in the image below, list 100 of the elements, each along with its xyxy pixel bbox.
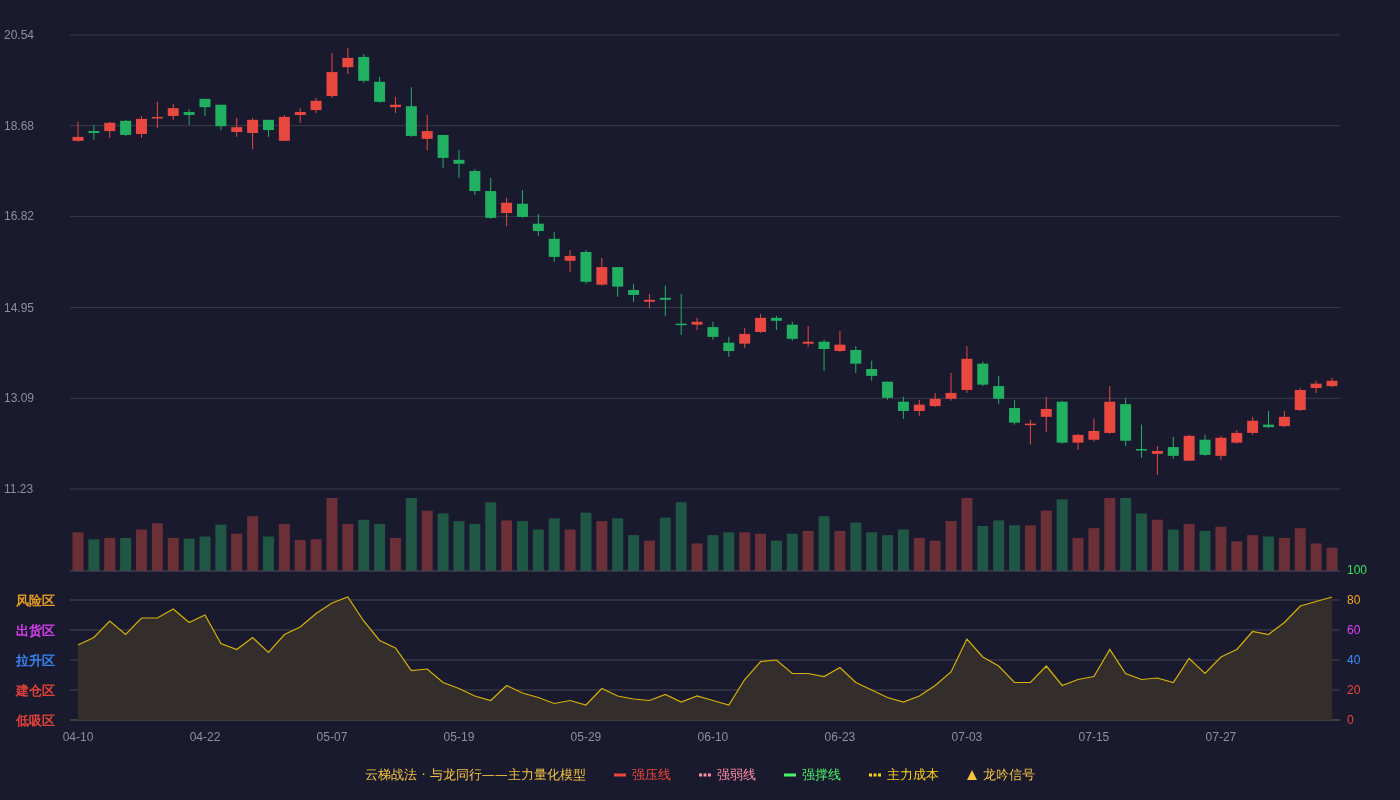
candlestick — [818, 339, 830, 372]
volume-bar — [802, 530, 814, 571]
candlestick — [945, 372, 957, 402]
candlestick — [1263, 410, 1274, 429]
candlestick — [897, 396, 909, 420]
candlestick — [802, 325, 814, 348]
legend-label[interactable]: 强弱线 — [716, 766, 756, 784]
candlestick — [247, 117, 259, 150]
axis-label: 0 — [1347, 713, 1354, 727]
axis-label: 11.23 — [4, 482, 34, 496]
candlestick — [501, 197, 513, 227]
candlestick — [1040, 396, 1052, 433]
candlestick — [1072, 433, 1084, 451]
volume-bar — [786, 533, 798, 571]
volume-bar — [1310, 543, 1322, 571]
volume-bar — [1199, 530, 1211, 571]
volume-bar — [151, 523, 163, 571]
zone-label: 风险区 — [16, 593, 55, 608]
legend-label[interactable]: 主力成本 — [886, 766, 939, 784]
volume-bar — [659, 517, 671, 571]
legend-label[interactable]: 龙吟信号 — [982, 766, 1035, 784]
candlestick — [1024, 419, 1036, 446]
volume-bar — [548, 518, 560, 571]
volume-bar — [310, 539, 322, 571]
candlestick — [596, 257, 608, 287]
candlestick — [929, 392, 941, 408]
volume-bar — [723, 532, 735, 571]
volume-bar — [263, 536, 274, 571]
zone-label: 出货区 — [16, 623, 55, 638]
volume-bar — [358, 519, 370, 571]
candlestick — [612, 266, 624, 298]
candlestick — [866, 360, 878, 382]
volume-bar — [675, 502, 687, 571]
volume-bar — [199, 536, 211, 571]
candlestick — [389, 96, 401, 114]
legend-title: 云梯战法 · 与龙同行——主力量化模型 — [365, 766, 586, 784]
candlestick — [850, 345, 862, 374]
candlestick — [151, 101, 163, 129]
volume-bar — [136, 529, 147, 571]
candlestick — [755, 313, 767, 334]
candlestick — [675, 293, 687, 336]
volume-bar — [643, 540, 655, 571]
volume-bar — [532, 529, 544, 571]
candlestick — [961, 345, 973, 394]
candlestick — [659, 285, 671, 317]
date-label: 04-10 — [62, 730, 94, 744]
candlestick — [120, 119, 132, 137]
candlestick — [1151, 445, 1163, 476]
candlestick — [564, 249, 576, 273]
candlestick — [469, 168, 481, 196]
volume-bar — [1247, 535, 1259, 571]
candlestick — [1088, 418, 1100, 443]
candlestick — [104, 121, 116, 139]
candlestick — [358, 53, 370, 84]
axis-label: 14.95 — [4, 300, 35, 315]
candlestick — [374, 76, 386, 104]
volume-bar — [1183, 523, 1195, 571]
volume-bar — [612, 518, 624, 571]
volume-bar — [183, 538, 195, 571]
volume-bar — [770, 540, 782, 571]
candlestick — [1294, 387, 1306, 412]
legend-label[interactable]: 强压线 — [631, 766, 671, 784]
volume-bar — [977, 526, 989, 571]
volume-bar — [580, 512, 592, 571]
date-label: 06-23 — [824, 730, 856, 744]
candlestick — [1104, 385, 1116, 435]
candlestick — [485, 177, 497, 220]
axis-label: 13.09 — [4, 391, 35, 406]
volume-bar — [516, 521, 528, 571]
candlestick — [580, 249, 592, 285]
candlestick — [1326, 377, 1338, 388]
candlestick — [977, 361, 989, 387]
candlestick — [1183, 434, 1195, 462]
volume-bar — [834, 530, 846, 571]
volume-bar — [167, 537, 179, 571]
volume-bar — [739, 532, 751, 571]
zone-label: 拉升区 — [16, 653, 55, 668]
volume-bar — [897, 529, 909, 571]
volume-bar — [1263, 536, 1274, 571]
candlestick — [532, 213, 544, 237]
volume-bar — [374, 523, 386, 571]
volume-bar — [882, 535, 894, 571]
volume-bar — [564, 529, 576, 571]
volume-bar — [596, 521, 608, 571]
candlestick — [231, 117, 243, 138]
volume-bar — [342, 523, 354, 571]
volume-bar — [993, 520, 1005, 571]
candlestick — [770, 315, 782, 331]
volume-bar — [1009, 525, 1021, 571]
candlestick — [294, 107, 306, 124]
legend-label[interactable]: 强撑线 — [801, 766, 841, 784]
volume-bar — [247, 516, 259, 571]
volume-bar — [850, 522, 862, 571]
volume-bar — [421, 510, 433, 571]
candlestick — [1199, 434, 1211, 457]
axis-label: 20 — [1347, 683, 1361, 697]
axis-label: 18.68 — [4, 118, 35, 133]
volume-bar — [1294, 528, 1306, 571]
candlestick — [405, 86, 417, 138]
axis-label: 20.54 — [4, 28, 35, 42]
